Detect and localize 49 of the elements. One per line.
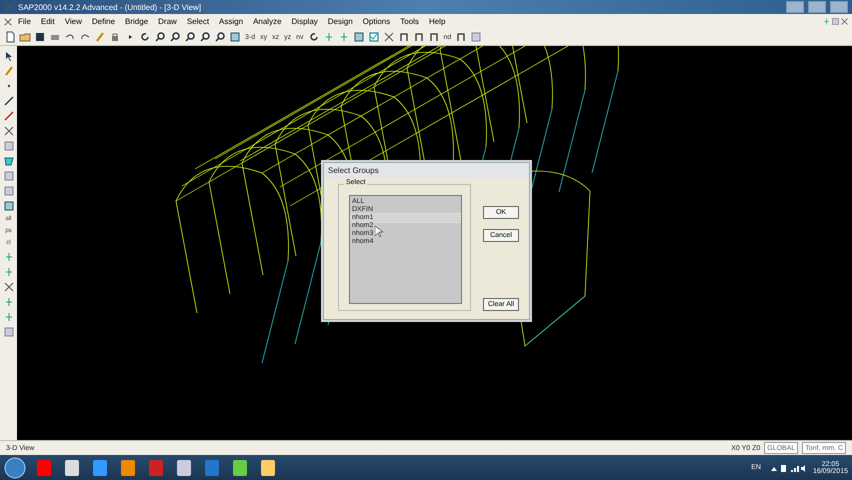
rotate-icon[interactable]: [139, 31, 151, 43]
frame-icon[interactable]: [412, 31, 425, 43]
taskbar-app-icon[interactable]: [62, 458, 82, 476]
lock-icon[interactable]: [109, 31, 121, 43]
taskbar-app-icon[interactable]: [258, 458, 278, 476]
menu-item[interactable]: Tools: [395, 17, 424, 26]
app-logo-icon[interactable]: [3, 16, 13, 26]
checkbox-icon[interactable]: [368, 31, 380, 43]
menu-item[interactable]: View: [60, 17, 87, 26]
menu-item[interactable]: Assign: [214, 17, 248, 26]
menu-item[interactable]: Draw: [153, 17, 182, 26]
cursor-icon: [375, 226, 383, 238]
new-file-icon[interactable]: [4, 31, 16, 43]
start-button[interactable]: [4, 456, 26, 478]
menu-item[interactable]: Help: [424, 17, 450, 26]
line-icon[interactable]: [2, 110, 14, 122]
menu-item[interactable]: Select: [182, 17, 214, 26]
square-icon[interactable]: [2, 170, 14, 182]
taskbar-app-icon[interactable]: [230, 458, 250, 476]
menu-item[interactable]: Display: [286, 17, 323, 26]
menu-item[interactable]: Analyze: [248, 17, 287, 26]
zoom-icon[interactable]: [184, 31, 196, 43]
menu-item[interactable]: Bridge: [120, 17, 154, 26]
zoom-icon[interactable]: [199, 31, 211, 43]
cross-icon[interactable]: [2, 281, 14, 293]
menu-item[interactable]: Design: [322, 17, 358, 26]
window-title: SAP2000 v14.2.2 Advanced - (Untitled) - [3-D View]: [18, 2, 202, 12]
close-icon[interactable]: [840, 17, 849, 26]
menu-item[interactable]: Options: [358, 17, 396, 26]
square-icon[interactable]: [2, 185, 14, 197]
cross-icon[interactable]: [2, 125, 14, 137]
system-tray-icon[interactable]: [768, 462, 805, 472]
menu-item[interactable]: File: [13, 17, 36, 26]
menu-item[interactable]: Edit: [36, 17, 60, 26]
taskbar-app-icon[interactable]: [174, 458, 194, 476]
rotate-icon[interactable]: [308, 31, 320, 43]
dialog-title: Select Groups: [324, 163, 529, 178]
menu-item[interactable]: Define: [86, 17, 120, 26]
square-icon[interactable]: [2, 326, 14, 338]
frame-icon[interactable]: [428, 31, 440, 43]
area-icon[interactable]: [2, 155, 14, 167]
open-folder-icon[interactable]: [19, 31, 31, 43]
zoom-icon[interactable]: [169, 31, 181, 43]
zoom-icon[interactable]: [154, 31, 166, 43]
line-icon[interactable]: [2, 95, 14, 107]
frame-icon[interactable]: [398, 31, 410, 43]
taskbar-app-icon[interactable]: [118, 458, 138, 476]
zoom-icon[interactable]: [214, 31, 226, 43]
taskbar-app-icon[interactable]: [90, 458, 110, 476]
